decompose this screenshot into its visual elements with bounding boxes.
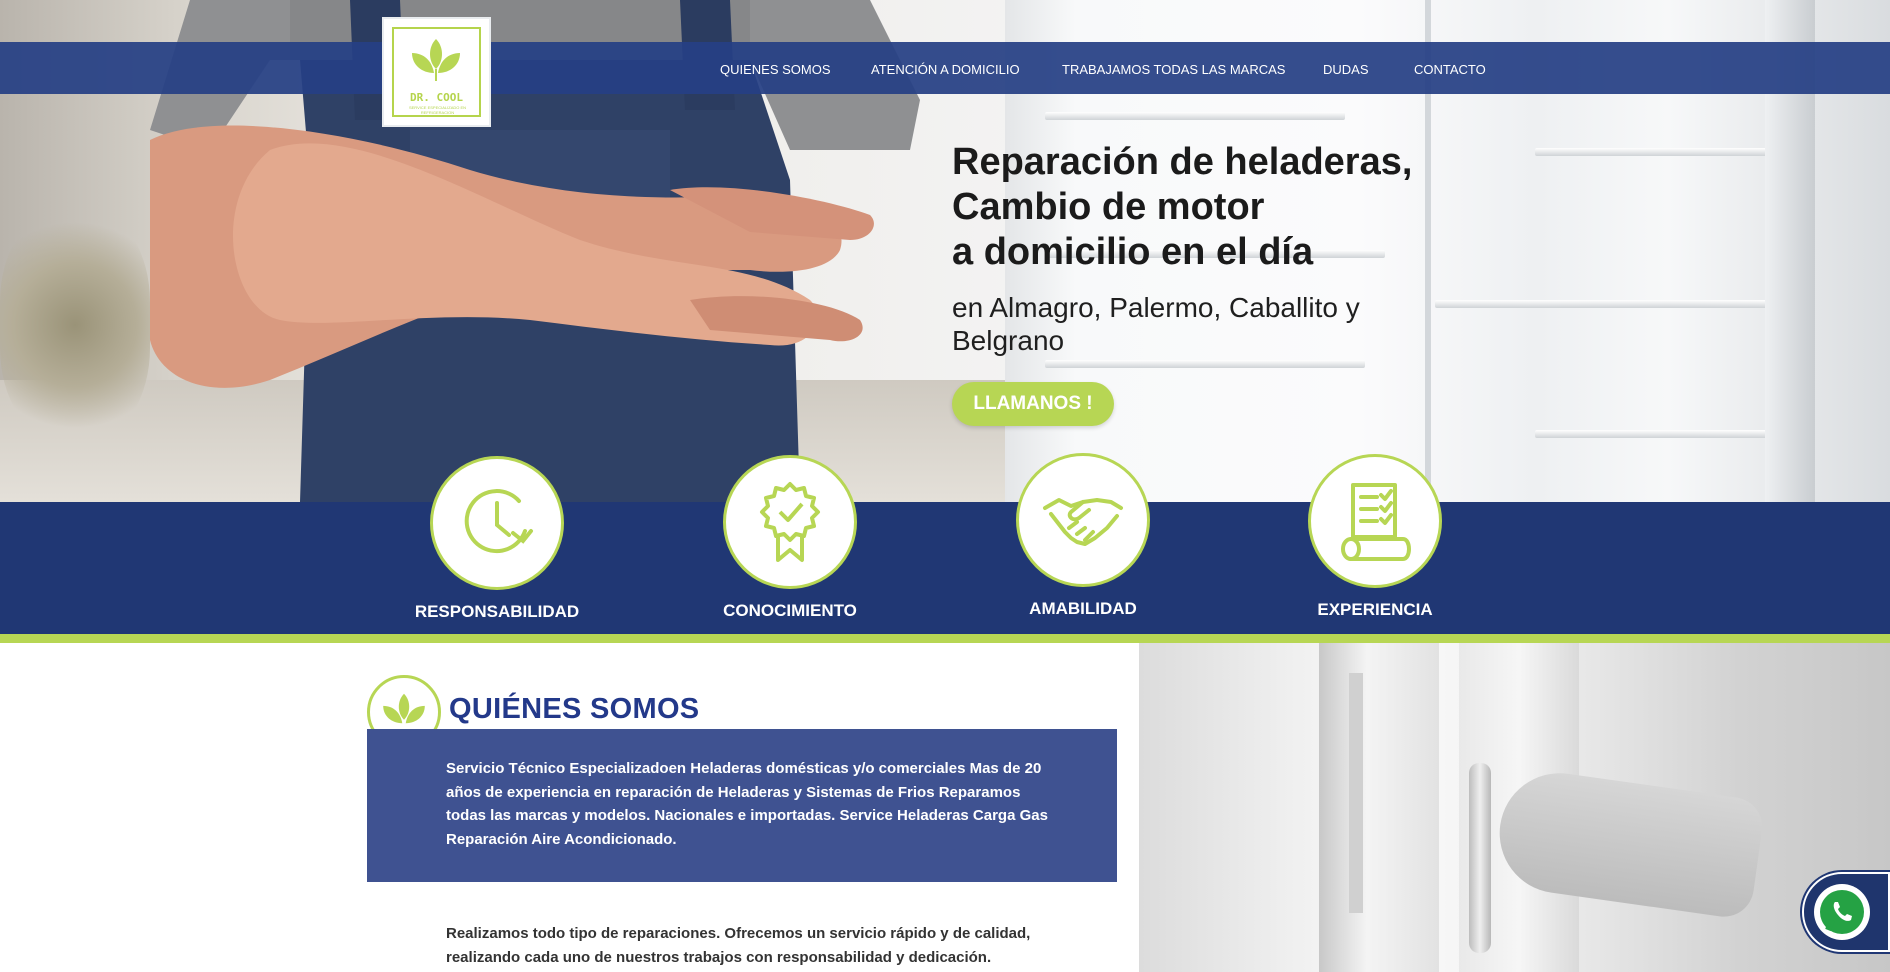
- feature-circle-conocimiento: [723, 455, 857, 589]
- whatsapp-button-inner: [1814, 884, 1870, 940]
- whatsapp-icon: [1820, 890, 1864, 934]
- leaf-icon: [383, 693, 425, 724]
- nav-quienes-somos[interactable]: QUIENES SOMOS: [720, 62, 831, 77]
- call-us-button[interactable]: LLAMANOS !: [952, 382, 1114, 426]
- fridge-door-photo: [1139, 643, 1890, 972]
- hero-title-line-2: Cambio de motor: [952, 186, 1265, 228]
- hero-title-line-1: Reparación de heladeras,: [952, 141, 1413, 183]
- feature-circle-responsabilidad: [430, 456, 564, 590]
- section-title-quienes-somos: QUIÉNES SOMOS: [449, 693, 700, 725]
- whatsapp-button[interactable]: [1802, 872, 1890, 952]
- hero-banner: DR. COOL SERVICE ESPECIALIZADO EN REFRIG…: [0, 0, 1890, 502]
- features-band: [0, 502, 1890, 634]
- handshake-icon: [1043, 498, 1123, 546]
- feature-label-responsabilidad: RESPONSABILIDAD: [414, 602, 580, 621]
- feature-label-conocimiento: CONOCIMIENTO: [723, 601, 857, 620]
- about-highlight-text: Servicio Técnico Especializadoen Helader…: [446, 760, 1048, 848]
- feature-circle-experiencia: [1308, 454, 1442, 588]
- leaf-logo-icon: [412, 39, 460, 81]
- feature-label-amabilidad: AMABILIDAD: [1029, 599, 1137, 618]
- logo-name: DR. COOL: [410, 91, 463, 104]
- hero-title-line-3: a domicilio en el día: [952, 231, 1314, 273]
- logo-frame: DR. COOL SERVICE ESPECIALIZADO EN REFRIG…: [392, 27, 481, 117]
- background-plant: [0, 210, 150, 440]
- nav-contacto[interactable]: CONTACTO: [1414, 62, 1486, 77]
- nav-atencion-domicilio[interactable]: ATENCIÓN A DOMICILIO: [871, 62, 1020, 77]
- nav-todas-las-marcas[interactable]: TRABAJAMOS TODAS LAS MARCAS: [1062, 62, 1285, 77]
- hero-title: Reparación de heladeras, Cambio de motor…: [952, 140, 1472, 275]
- award-icon: [760, 482, 820, 562]
- feature-circle-amabilidad: [1016, 453, 1150, 587]
- checklist-icon: [1341, 483, 1411, 561]
- hero-subtitle: en Almagro, Palermo, Caballito y Belgran…: [952, 292, 1360, 356]
- about-paragraph: Realizamos todo tipo de reparaciones. Of…: [446, 925, 1031, 966]
- logo-tagline: SERVICE ESPECIALIZADO EN REFRIGERACION: [408, 105, 467, 115]
- feature-label-experiencia: EXPERIENCIA: [1317, 600, 1433, 619]
- about-highlight-box: Servicio Técnico Especializadoen Helader…: [367, 729, 1117, 882]
- clock-icon: [464, 489, 533, 554]
- nav-dudas[interactable]: DUDAS: [1323, 62, 1369, 77]
- band-accent-line: [0, 634, 1890, 643]
- logo[interactable]: DR. COOL SERVICE ESPECIALIZADO EN REFRIG…: [382, 17, 491, 127]
